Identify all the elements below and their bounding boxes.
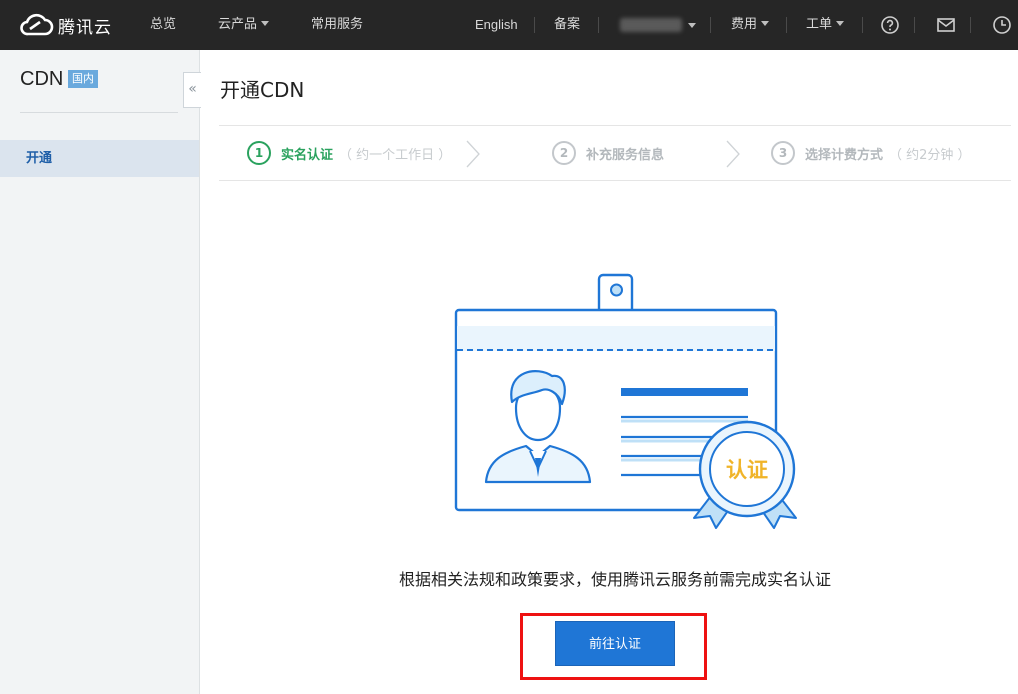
account-name-redacted[interactable] [620, 18, 682, 32]
step-indicator: 1 实名认证 （ 约一个工作日 ） 2 补充服务信息 3 选择计费方式 （ 约2… [219, 125, 1011, 181]
nav-common-services[interactable]: 常用服务 [311, 0, 363, 50]
collapse-sidebar-button[interactable]: « [183, 72, 201, 108]
divider [598, 17, 599, 33]
mail-icon[interactable] [936, 15, 956, 35]
step-number: 1 [247, 141, 271, 165]
account-chevron-down-icon[interactable] [688, 23, 696, 28]
page-title: 开通CDN [220, 78, 305, 102]
nav-cloud-products[interactable]: 云产品 [218, 0, 270, 50]
step-label: 补充服务信息 [586, 147, 665, 163]
divider [970, 17, 971, 33]
chevron-down-icon [761, 21, 770, 26]
chevron-down-icon [836, 21, 845, 26]
verified-seal-icon: 认证 [698, 420, 796, 518]
chevron-right-icon [726, 140, 740, 168]
step-number: 3 [771, 141, 795, 165]
help-icon[interactable] [880, 15, 900, 35]
nav-fees[interactable]: 费用 [731, 0, 770, 50]
id-card-illustration: 认证 [454, 273, 797, 529]
nav-fees-label: 费用 [731, 17, 758, 32]
step-1: 1 实名认证 （ 约一个工作日 ） [247, 140, 451, 166]
brand-name: 腾讯云 [58, 17, 112, 38]
nav-tickets-label: 工单 [806, 17, 833, 32]
step-2: 2 补充服务信息 [552, 140, 664, 166]
step-hint: （ 约一个工作日 ） [339, 147, 452, 163]
top-navbar: 腾讯云 总览 云产品 常用服务 English 备案 费用 工单 [0, 0, 1018, 50]
nav-cloud-products-label: 云产品 [218, 17, 258, 32]
chevron-down-icon [261, 21, 270, 26]
sidebar-title: CDN [20, 68, 64, 90]
divider [786, 17, 787, 33]
nav-tickets[interactable]: 工单 [806, 0, 845, 50]
divider [534, 17, 535, 33]
verification-requirement-text: 根据相关法规和政策要求，使用腾讯云服务前需完成实名认证 [398, 570, 831, 589]
step-3: 3 选择计费方式 （ 约2分钟 ） [771, 140, 971, 166]
seal-text: 认证 [726, 458, 768, 482]
go-to-verification-button[interactable]: 前往认证 [555, 621, 675, 666]
clock-icon[interactable] [992, 15, 1012, 35]
nav-overview[interactable]: 总览 [150, 0, 176, 50]
divider [862, 17, 863, 33]
double-chevron-left-icon: « [188, 81, 197, 97]
step-label: 实名认证 [281, 147, 334, 163]
divider [710, 17, 711, 33]
language-english-link[interactable]: English [475, 0, 518, 50]
sidebar-item-open[interactable]: 开通 [0, 140, 199, 177]
nav-filing[interactable]: 备案 [554, 0, 580, 50]
chevron-right-icon [466, 140, 480, 168]
sidebar-divider [20, 112, 178, 113]
step-label: 选择计费方式 [805, 147, 884, 163]
step-hint: （ 约2分钟 ） [889, 147, 971, 163]
brand-logo[interactable]: 腾讯云 [18, 11, 112, 39]
sidebar: CDN 国内 开通 [0, 50, 200, 694]
region-badge: 国内 [68, 70, 98, 88]
cloud-logo-icon [20, 13, 54, 36]
step-number: 2 [552, 141, 576, 165]
divider [914, 17, 915, 33]
